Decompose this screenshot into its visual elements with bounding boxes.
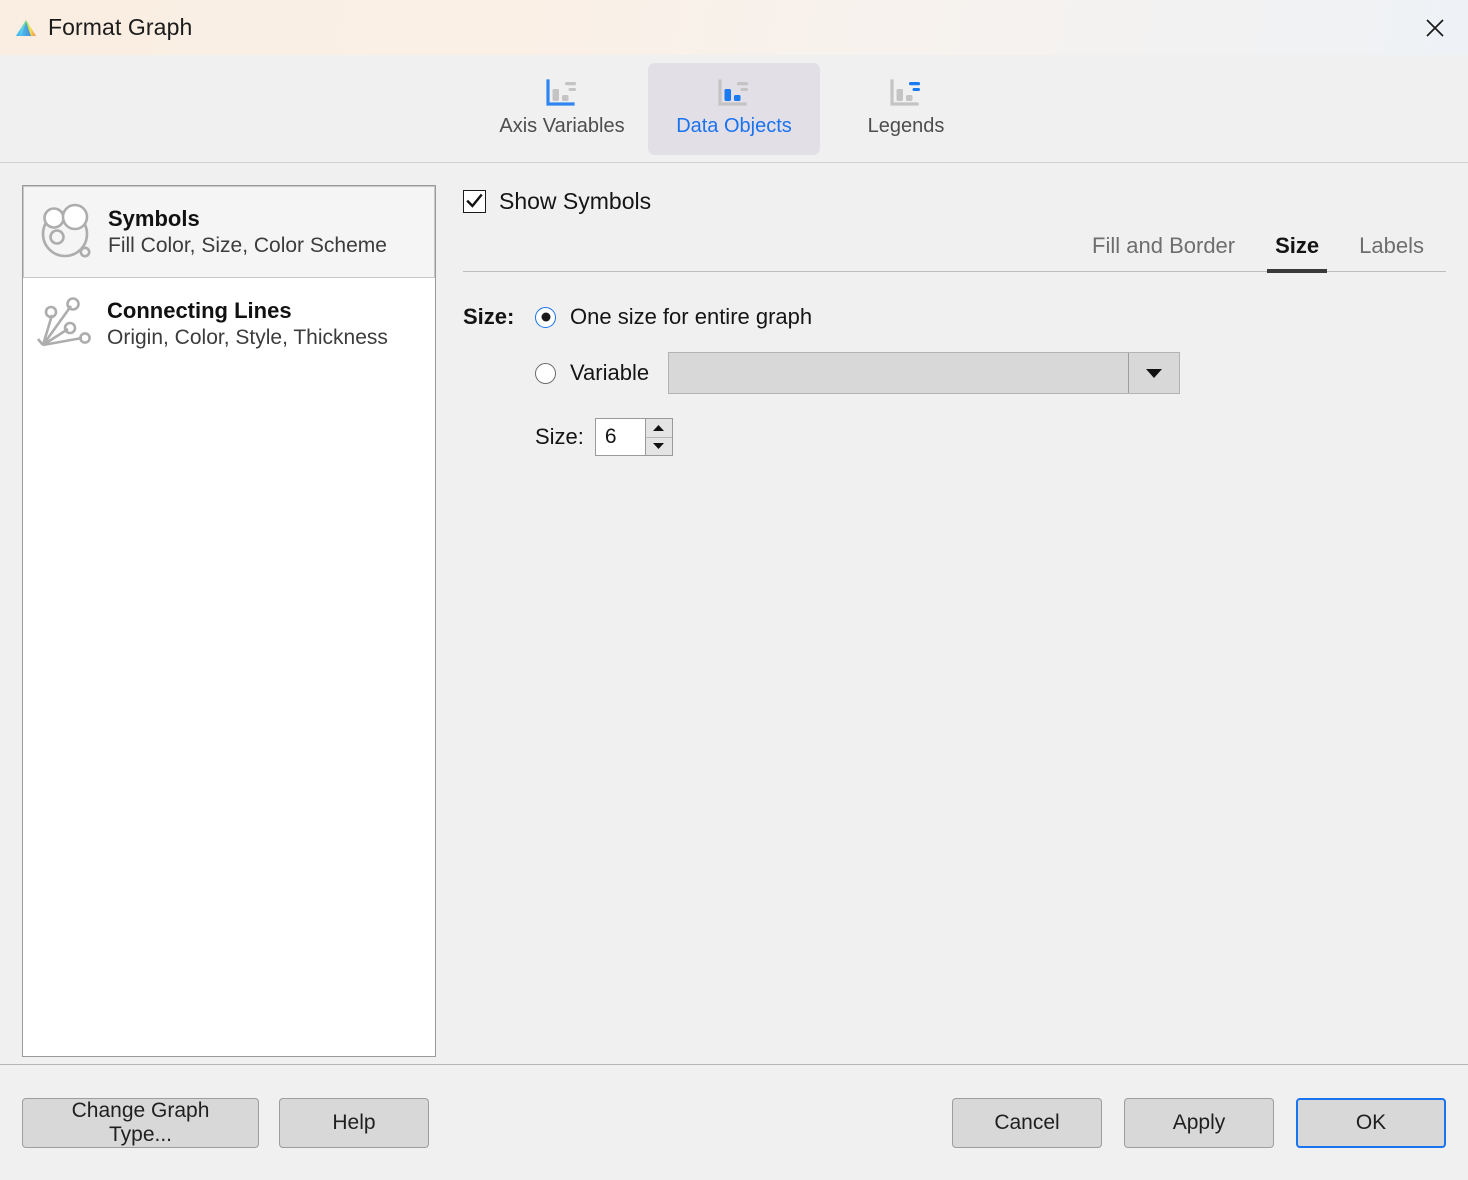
top-tab-bar: Axis Variables Data Objects Legends: [0, 55, 1468, 163]
ok-button[interactable]: OK: [1296, 1097, 1446, 1148]
tab-label: Legends: [867, 115, 945, 137]
radio-one-size-label: One size for entire graph: [570, 304, 813, 329]
change-graph-type-button[interactable]: Change Graph Type...: [22, 1097, 259, 1148]
variable-dropdown-value: [669, 353, 1128, 393]
sidebar-item-connecting-lines[interactable]: Connecting Lines Origin, Color, Style, T…: [23, 278, 435, 370]
subtab-labels[interactable]: Labels: [1339, 229, 1444, 271]
symbols-circles-icon: [36, 203, 94, 261]
caret-down-icon[interactable]: [645, 437, 672, 455]
radio-variable[interactable]: [535, 362, 556, 384]
dialog-body: Symbols Fill Color, Size, Color Scheme C…: [0, 163, 1468, 1064]
tab-label: Data Objects: [676, 115, 792, 137]
size-stepper-value[interactable]: 6: [595, 419, 645, 455]
subtab-label: Labels: [1359, 233, 1424, 258]
settings-pane: Show Symbols Fill and Border Size Labels…: [436, 185, 1446, 1064]
size-mode-row-variable: Variable: [463, 352, 1446, 394]
size-stepper[interactable]: 6: [594, 418, 673, 456]
app-icon: [14, 16, 38, 40]
help-button[interactable]: Help: [279, 1097, 429, 1148]
radio-one-size-for-entire-graph[interactable]: [535, 306, 556, 328]
tab-legends[interactable]: Legends: [820, 63, 992, 155]
window-title: Format Graph: [48, 14, 193, 40]
show-symbols-row: Show Symbols: [463, 188, 1446, 215]
subtab-size[interactable]: Size: [1255, 229, 1339, 273]
radio-variable-label: Variable: [570, 360, 650, 385]
show-symbols-checkbox[interactable]: [463, 190, 486, 213]
connecting-lines-icon: [35, 295, 93, 353]
subtab-fill-and-border[interactable]: Fill and Border: [1072, 229, 1255, 271]
variable-dropdown[interactable]: [668, 352, 1181, 394]
data-objects-chart-icon: [717, 79, 751, 109]
caret-up-icon[interactable]: [645, 419, 672, 438]
size-settings: Size: One size for entire graph Variable: [463, 304, 1446, 456]
apply-button[interactable]: Apply: [1124, 1097, 1274, 1148]
checkmark-icon: [466, 193, 483, 208]
sidebar-item-subtitle: Origin, Color, Style, Thickness: [107, 325, 388, 349]
legends-chart-icon: [889, 79, 923, 109]
close-icon: [1426, 18, 1444, 37]
size-group-label: Size:: [463, 304, 515, 329]
size-mode-row-one-size: Size: One size for entire graph: [463, 304, 1446, 330]
subtab-label: Size: [1275, 233, 1320, 258]
axis-variables-chart-icon: [545, 79, 579, 109]
tab-label: Axis Variables: [499, 115, 625, 137]
cancel-button[interactable]: Cancel: [952, 1097, 1102, 1148]
close-button[interactable]: [1402, 0, 1468, 55]
subtab-label: Fill and Border: [1092, 233, 1236, 258]
sidebar-item-title: Symbols: [108, 205, 200, 231]
property-list: Symbols Fill Color, Size, Color Scheme C…: [22, 185, 436, 1057]
sidebar-item-symbols[interactable]: Symbols Fill Color, Size, Color Scheme: [23, 186, 435, 278]
tab-axis-variables[interactable]: Axis Variables: [476, 63, 648, 155]
sidebar-item-title: Connecting Lines: [107, 297, 292, 323]
size-value-row: Size: 6: [535, 418, 1446, 456]
show-symbols-label: Show Symbols: [499, 188, 652, 214]
sidebar-item-subtitle: Fill Color, Size, Color Scheme: [108, 233, 387, 257]
tab-data-objects[interactable]: Data Objects: [648, 62, 820, 155]
chevron-down-icon: [1128, 353, 1179, 393]
sub-tab-bar: Fill and Border Size Labels: [463, 229, 1446, 273]
dialog-footer: Change Graph Type... Help Cancel Apply O…: [0, 1064, 1468, 1180]
title-bar: Format Graph: [0, 0, 1468, 55]
size-value-label: Size:: [535, 424, 584, 449]
